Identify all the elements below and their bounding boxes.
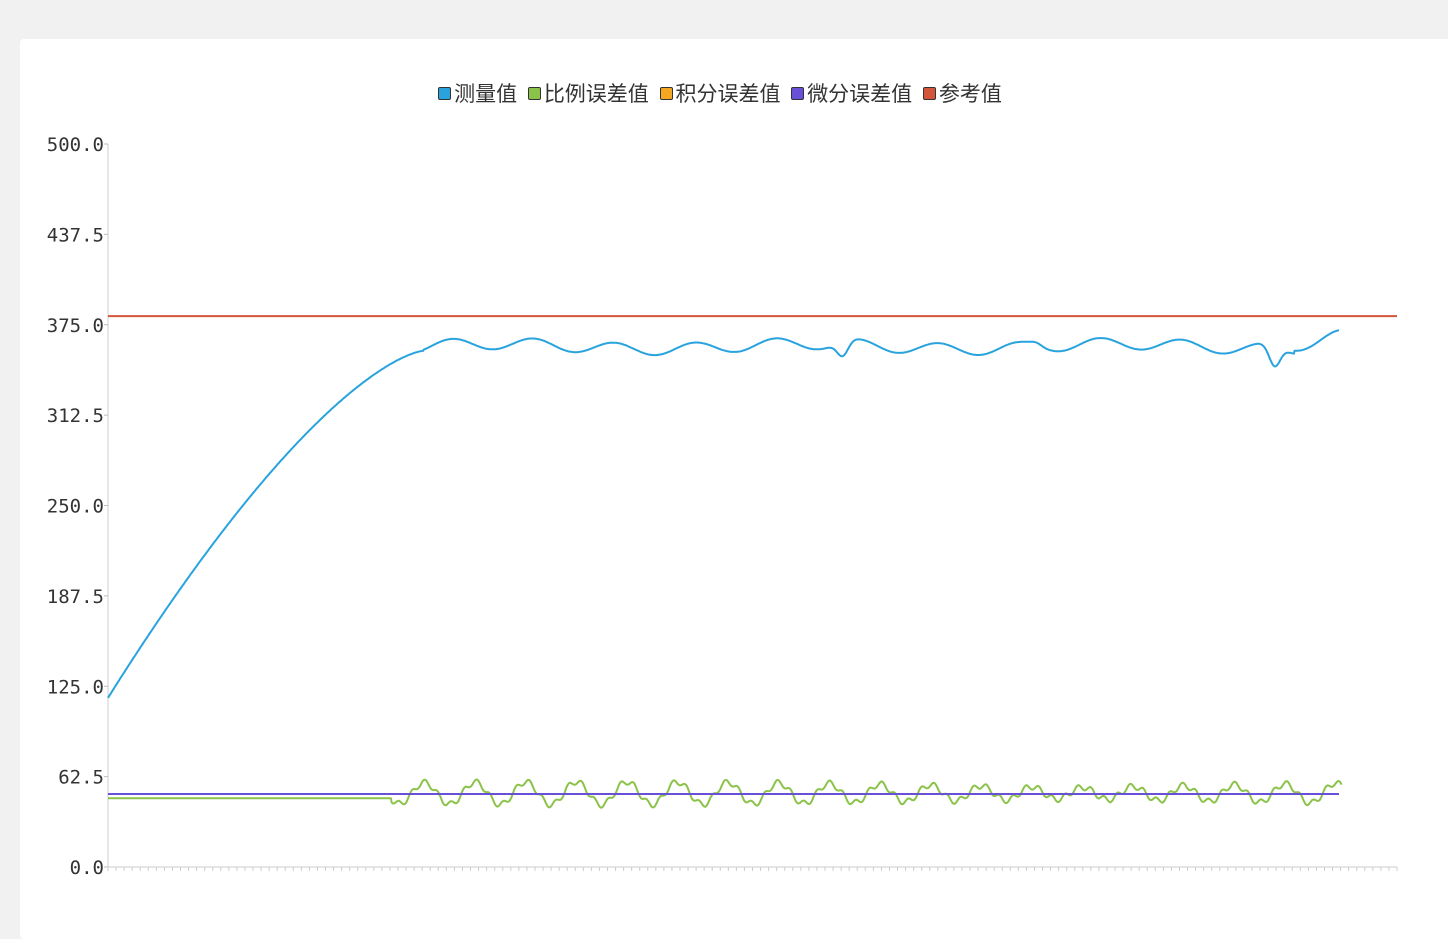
y-tick-label: 125.0 <box>47 676 104 698</box>
y-tick-label: 62.5 <box>58 767 104 789</box>
y-tick-label: 250.0 <box>47 496 104 518</box>
y-tick-label: 187.5 <box>47 586 104 608</box>
y-tick-label: 500.0 <box>47 134 104 156</box>
y-tick-label: 312.5 <box>47 405 104 427</box>
line-chart: 0.0 62.5 125.0 187.5 250.0 312.5 375.0 437.5 500… <box>47 134 1398 879</box>
series-measured-line <box>107 329 1340 699</box>
y-tick-label: 437.5 <box>47 224 104 246</box>
y-tick-label: 0.0 <box>70 857 104 879</box>
y-tick-label: 375.0 <box>47 315 104 337</box>
